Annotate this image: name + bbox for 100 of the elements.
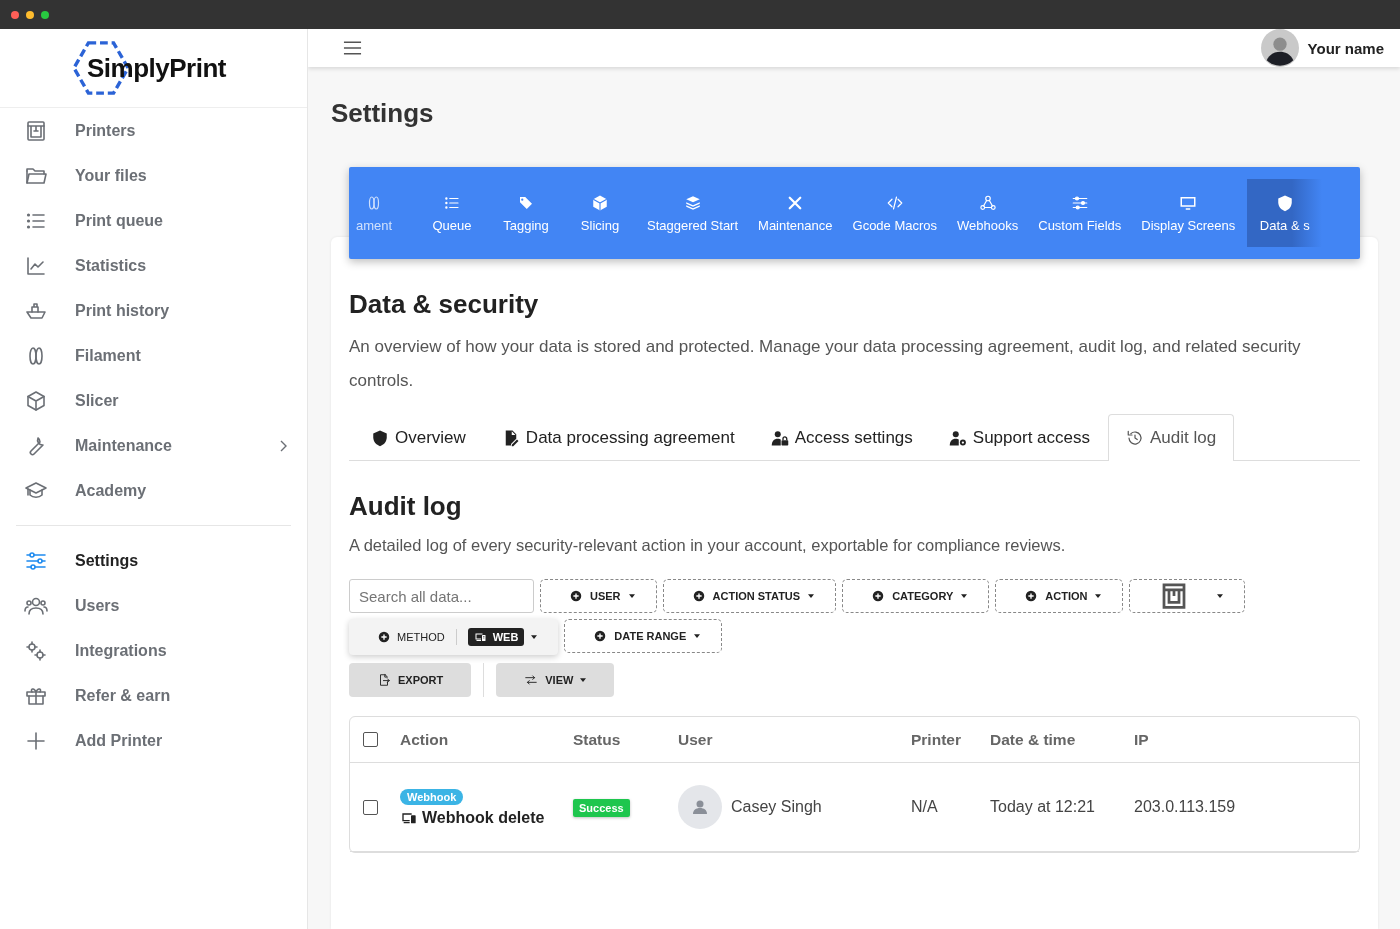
caret-icon (628, 594, 635, 598)
layers-icon (683, 193, 702, 212)
settings-tab[interactable]: Gcode Macros (844, 179, 946, 247)
plus-circle-icon (1025, 590, 1038, 602)
sub-tab[interactable]: Data processing agreement (483, 414, 753, 461)
sidebar-item[interactable]: Printers (0, 108, 289, 153)
logo-text[interactable]: SimplyPrint (87, 52, 226, 84)
arrows-icon (524, 673, 539, 687)
sidebar-item[interactable]: Your files (0, 153, 289, 198)
sub-tab[interactable]: Audit log (1108, 414, 1235, 461)
checkbox[interactable] (363, 799, 378, 815)
sub-tab[interactable]: Access settings (752, 414, 931, 461)
maximize-dot[interactable] (41, 10, 49, 19)
export-button[interactable]: EXPORT (349, 663, 472, 697)
settings-tab[interactable]: Custom Fields (1030, 179, 1130, 247)
plus-circle-icon (692, 590, 705, 602)
sidebar-item[interactable]: Print queue (0, 198, 289, 243)
history-icon (1126, 429, 1144, 447)
filter-button[interactable]: ACTION STATUS (662, 579, 837, 613)
filter-button[interactable]: USER (540, 579, 657, 613)
value-chip: WEB (467, 628, 525, 646)
caret-icon (694, 634, 701, 638)
sidebar-item[interactable]: Academy (0, 468, 289, 513)
filter-button[interactable]: ACTION (995, 579, 1124, 613)
sliders-icon (1070, 193, 1089, 212)
view-button[interactable]: VIEW (496, 663, 615, 697)
gears-icon (24, 638, 48, 663)
filter-button[interactable]: METHOD WEB (349, 619, 559, 655)
column-header[interactable]: Status (573, 730, 678, 749)
status-badge: Success (573, 799, 630, 817)
sidebar-item[interactable]: Filament (0, 333, 289, 378)
code-icon (885, 193, 904, 212)
close-dot[interactable] (11, 10, 19, 19)
plus-circle-icon (570, 590, 582, 602)
plus-circle-icon (378, 631, 390, 643)
sidebar-item[interactable]: Integrations (0, 628, 289, 673)
shield-icon (371, 429, 389, 447)
caret-icon (580, 678, 587, 682)
settings-tab[interactable]: Data & s (1247, 179, 1323, 247)
filter-button[interactable]: CATEGORY (842, 579, 990, 613)
export-icon (377, 673, 391, 687)
cube-icon (24, 388, 48, 413)
devices-icon (400, 810, 418, 826)
sidebar-item[interactable]: Print history (0, 288, 289, 333)
action-name: Webhook delete (422, 809, 545, 827)
plus-circle-icon (872, 590, 885, 602)
sidebar-item[interactable]: Settings (0, 538, 289, 583)
settings-tab[interactable]: Display Screens (1133, 179, 1244, 247)
minimize-dot[interactable] (26, 10, 34, 19)
webhook-icon (978, 193, 997, 212)
sidebar-item[interactable]: Refer & earn (0, 673, 289, 718)
caret-icon (1095, 594, 1102, 598)
table-cell: Casey Singh (731, 798, 822, 816)
sub-tab[interactable]: Overview (353, 414, 484, 461)
settings-tab[interactable]: Webhooks (949, 179, 1027, 247)
settings-tab[interactable]: ament (349, 179, 399, 247)
sidebar-item[interactable]: Slicer (0, 378, 289, 423)
table-cell: Today at 12:21 (990, 798, 1095, 815)
shield-icon (1275, 193, 1294, 212)
caret-icon (531, 635, 538, 639)
filter-button[interactable] (1129, 579, 1246, 613)
section-title: Data & security (349, 289, 540, 320)
column-header[interactable]: IP (1134, 730, 1359, 749)
search-field[interactable]: Search all data... (349, 579, 534, 613)
user-avatar-icon (678, 785, 722, 829)
settings-tab[interactable]: Staggered Start (639, 179, 747, 247)
user-lock-icon (770, 429, 789, 447)
sidebar-item[interactable]: Maintenance (0, 423, 289, 468)
column-header[interactable]: Action (400, 730, 573, 749)
printer-icon (24, 118, 48, 143)
settings-tab[interactable]: Queue (417, 179, 487, 247)
caret-icon (808, 594, 815, 598)
audit-title: Audit log (349, 491, 463, 522)
audit-description: A detailed log of every security-relevant action in your account, exportable for compliance reviews. (349, 536, 1067, 555)
page-title: Settings (331, 98, 435, 129)
settings-tab[interactable]: Maintenance (750, 179, 841, 247)
section-description: An overview of how your data is stored and protected. Manage your data processing agreement, audit log, and related security controls. (349, 336, 1302, 392)
caret-icon (1217, 594, 1224, 598)
column-header[interactable]: Printer (911, 730, 990, 749)
sub-tab[interactable]: Support access (930, 414, 1108, 461)
caret-icon (961, 594, 968, 598)
category-tag: Webhook (400, 789, 464, 805)
menu-icon[interactable] (343, 40, 362, 56)
avatar[interactable] (1260, 29, 1299, 67)
user-gear-icon (948, 429, 967, 447)
sidebar-item[interactable]: Users (0, 583, 289, 628)
plus-circle-icon (594, 630, 607, 642)
checkbox[interactable] (363, 732, 378, 747)
sidebar-item[interactable]: Statistics (0, 243, 289, 288)
cube-icon (591, 193, 609, 212)
devices-icon (473, 631, 487, 643)
settings-tab[interactable]: Tagging (491, 179, 561, 247)
table-cell: N/A (911, 798, 938, 815)
filter-button[interactable]: DATE RANGE (564, 619, 723, 653)
sidebar-item[interactable]: Add Printer (0, 718, 289, 763)
user-name[interactable]: Your name (1307, 39, 1384, 57)
column-header[interactable]: User (678, 730, 911, 749)
table-cell: 203.0.113.159 (1134, 798, 1236, 815)
column-header[interactable]: Date & time (990, 730, 1134, 749)
settings-tab[interactable]: Slicing (565, 179, 635, 247)
